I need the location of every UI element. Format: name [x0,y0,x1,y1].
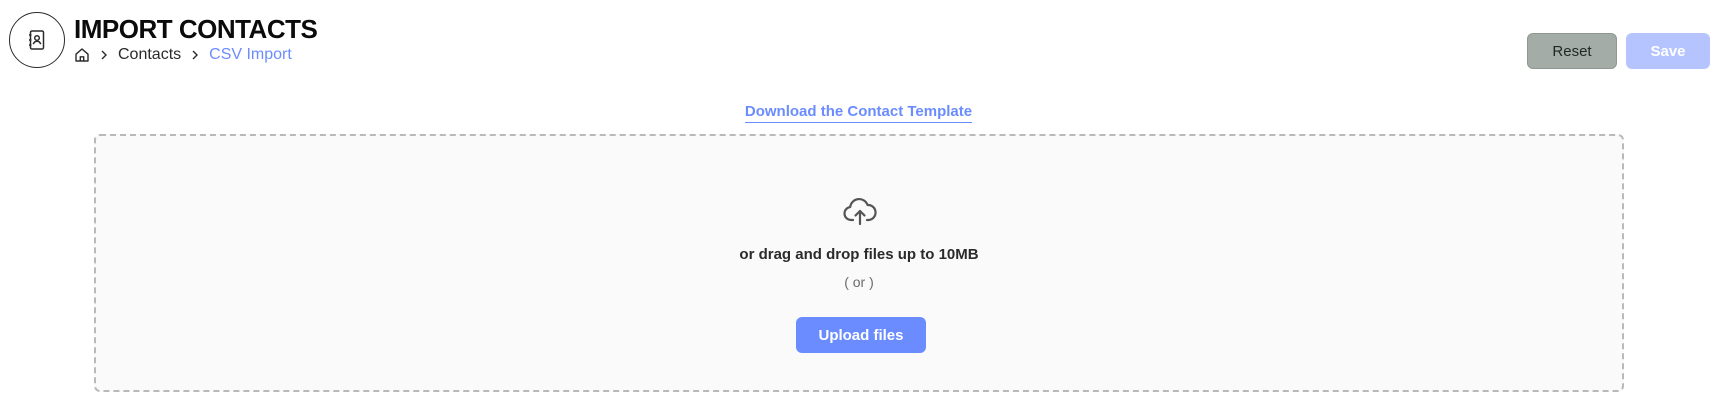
breadcrumb: Contacts CSV Import [74,45,292,65]
breadcrumb-item-contacts[interactable]: Contacts [118,46,181,64]
upload-files-button[interactable]: Upload files [796,317,926,353]
chevron-right-icon [100,50,108,60]
or-separator: ( or ) [844,274,874,290]
cloud-upload-icon [842,194,878,230]
chevron-right-icon [191,50,199,60]
page-title: IMPORT CONTACTS [74,14,318,44]
drop-instructions: or drag and drop files up to 10MB [739,246,979,263]
download-template-link[interactable]: Download the Contact Template [744,103,973,123]
home-icon[interactable] [74,47,90,63]
reset-button[interactable]: Reset [1527,33,1617,69]
template-link-row: Download the Contact Template [0,103,1717,123]
file-dropzone[interactable]: or drag and drop files up to 10MB ( or )… [94,134,1624,392]
import-contacts-page: IMPORT CONTACTS Contacts CSV Import Rese… [0,0,1717,400]
save-button[interactable]: Save [1626,33,1710,69]
contact-book-icon [9,12,65,68]
breadcrumb-item-csv-import: CSV Import [209,46,292,63]
